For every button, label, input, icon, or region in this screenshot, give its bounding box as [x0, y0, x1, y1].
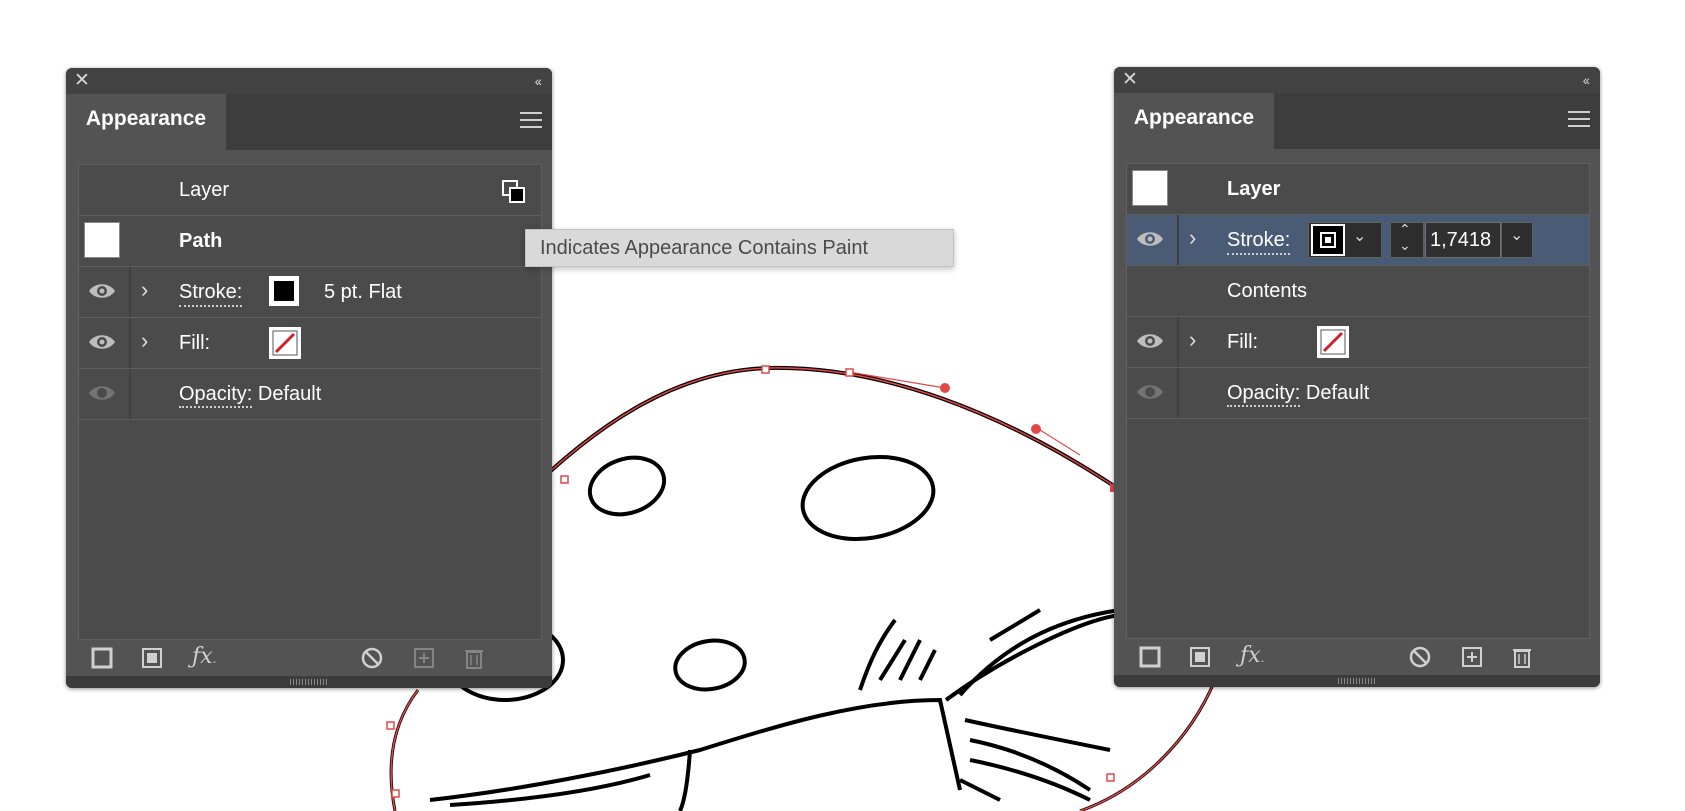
fill-none-swatch[interactable] — [1317, 326, 1349, 358]
add-new-stroke-icon[interactable] — [90, 646, 114, 670]
chevron-down-icon[interactable]: ⌄ — [1399, 237, 1411, 254]
chevron-down-icon[interactable]: ⌄ — [1353, 226, 1366, 246]
row-layer[interactable]: Layer — [1127, 164, 1589, 215]
trash-icon[interactable] — [1510, 645, 1534, 669]
row-fill[interactable]: › Fill: — [1127, 317, 1589, 368]
opacity-label[interactable]: Opacity: — [1227, 382, 1301, 407]
fx-effects-icon[interactable]: ƒx. — [1240, 643, 1264, 668]
anchor-point[interactable] — [391, 789, 400, 798]
duplicate-item-icon — [414, 648, 434, 668]
mushroom-spot[interactable] — [671, 635, 748, 694]
panel-tabbar: Appearance — [66, 94, 552, 150]
anchor-point[interactable] — [386, 721, 395, 730]
collapse-icon[interactable]: ‹‹ — [535, 71, 542, 91]
fill-none-swatch[interactable] — [269, 327, 301, 359]
path-thumbnail — [84, 222, 120, 258]
row-divider — [1177, 317, 1179, 367]
clear-appearance-icon[interactable] — [1408, 645, 1432, 669]
stroke-weight-input[interactable]: 1,7418 — [1425, 222, 1501, 258]
eye-icon[interactable] — [1135, 228, 1165, 250]
resize-grip[interactable] — [1114, 675, 1600, 687]
stroke-weight-stepper[interactable]: ⌃ ⌄ — [1390, 221, 1424, 258]
eye-icon[interactable] — [1135, 330, 1165, 352]
close-icon[interactable]: ✕ — [74, 70, 90, 92]
appearance-list: Layer › Stroke: ⌄ ⌃ ⌄ 1,7418 ⌄ Contents … — [1126, 163, 1590, 639]
appearance-panel-left: ✕ ‹‹ Appearance Layer Path › Stroke: 5 p… — [66, 68, 552, 688]
direction-handle[interactable] — [940, 383, 950, 393]
stroke-label[interactable]: Stroke: — [179, 281, 243, 307]
row-layer[interactable]: Layer — [79, 165, 541, 216]
eye-icon — [1137, 385, 1163, 399]
tab-appearance[interactable]: Appearance — [66, 94, 226, 150]
appearance-panel-right: ✕ ‹‹ Appearance Layer › Stroke: ⌄ ⌃ ⌄ 1,… — [1114, 67, 1600, 687]
chevron-down-icon[interactable]: ⌄ — [1510, 225, 1523, 245]
contents-label: Contents — [1227, 280, 1308, 302]
add-new-stroke-icon[interactable] — [1138, 645, 1162, 669]
tab-appearance[interactable]: Appearance — [1114, 93, 1274, 149]
stroke-color-picker[interactable]: ⌄ — [1308, 222, 1382, 258]
panel-tabbar: Appearance — [1114, 93, 1600, 149]
resize-grip[interactable] — [66, 676, 552, 688]
layer-label: Layer — [179, 179, 230, 201]
anchor-point[interactable] — [560, 475, 569, 484]
stroke-swatch[interactable] — [1311, 224, 1345, 256]
path-label: Path — [179, 230, 223, 252]
stroke-swatch[interactable] — [269, 276, 299, 306]
fill-label[interactable]: Fill: — [179, 332, 210, 355]
row-contents[interactable]: Contents — [1127, 266, 1589, 317]
row-opacity[interactable]: Opacity: Default — [1127, 368, 1589, 419]
eye-icon[interactable] — [87, 331, 117, 353]
row-divider — [1177, 368, 1179, 418]
mushroom-spot[interactable] — [583, 449, 672, 524]
row-divider — [1177, 215, 1179, 265]
row-fill[interactable]: › Fill: — [79, 318, 541, 369]
collapse-icon[interactable]: ‹‹ — [1583, 70, 1590, 90]
layer-label: Layer — [1227, 178, 1281, 200]
row-divider — [129, 318, 131, 368]
row-divider — [129, 267, 131, 317]
row-path[interactable]: Path — [79, 216, 541, 267]
fx-effects-icon[interactable]: ƒx. — [192, 644, 216, 669]
eye-icon — [89, 386, 115, 400]
tooltip: Indicates Appearance Contains Paint — [525, 229, 954, 267]
opacity-value: Default — [1305, 382, 1370, 404]
panel-titlebar: ✕ ‹‹ — [1114, 67, 1600, 93]
row-divider — [129, 369, 131, 419]
mushroom-spot[interactable] — [796, 447, 940, 549]
add-new-fill-icon[interactable] — [1188, 645, 1212, 669]
opacity-label[interactable]: Opacity: — [179, 383, 253, 408]
opacity-value: Default — [257, 383, 322, 405]
add-new-fill-icon[interactable] — [140, 646, 164, 670]
row-stroke-selected[interactable]: › Stroke: ⌄ ⌃ ⌄ 1,7418 ⌄ — [1127, 215, 1589, 266]
chevron-right-icon[interactable]: › — [141, 328, 148, 354]
stroke-value: 5 pt. Flat — [324, 281, 402, 303]
opacity-row-text: Opacity: Default — [1227, 382, 1370, 407]
stroke-label[interactable]: Stroke: — [1227, 229, 1291, 255]
anchor-point[interactable] — [1106, 773, 1115, 782]
chevron-right-icon[interactable]: › — [1189, 327, 1196, 353]
row-stroke[interactable]: › Stroke: 5 pt. Flat — [79, 267, 541, 318]
direction-handle[interactable] — [1031, 424, 1041, 434]
panel-titlebar: ✕ ‹‹ — [66, 68, 552, 94]
clear-appearance-icon[interactable] — [360, 646, 384, 670]
row-opacity[interactable]: Opacity: Default — [79, 369, 541, 420]
chevron-right-icon[interactable]: › — [141, 277, 148, 303]
close-icon[interactable]: ✕ — [1122, 69, 1138, 91]
panel-menu-icon[interactable] — [520, 112, 542, 130]
stroke-weight-dropdown[interactable]: ⌄ — [1501, 222, 1533, 258]
chevron-up-icon[interactable]: ⌃ — [1399, 221, 1411, 238]
appearance-list: Layer Path › Stroke: 5 pt. Flat › Fill: — [78, 164, 542, 640]
contains-paint-icon[interactable] — [501, 179, 527, 205]
opacity-row-text: Opacity: Default — [179, 383, 322, 408]
anchor-point[interactable] — [845, 368, 854, 377]
chevron-right-icon[interactable]: › — [1189, 225, 1196, 251]
anchor-point[interactable] — [761, 365, 770, 374]
eye-icon[interactable] — [87, 280, 117, 302]
panel-menu-icon[interactable] — [1568, 111, 1590, 129]
layer-thumbnail — [1132, 170, 1168, 206]
trash-icon — [465, 650, 483, 669]
duplicate-item-icon[interactable] — [1460, 645, 1484, 669]
fill-label[interactable]: Fill: — [1227, 331, 1258, 354]
